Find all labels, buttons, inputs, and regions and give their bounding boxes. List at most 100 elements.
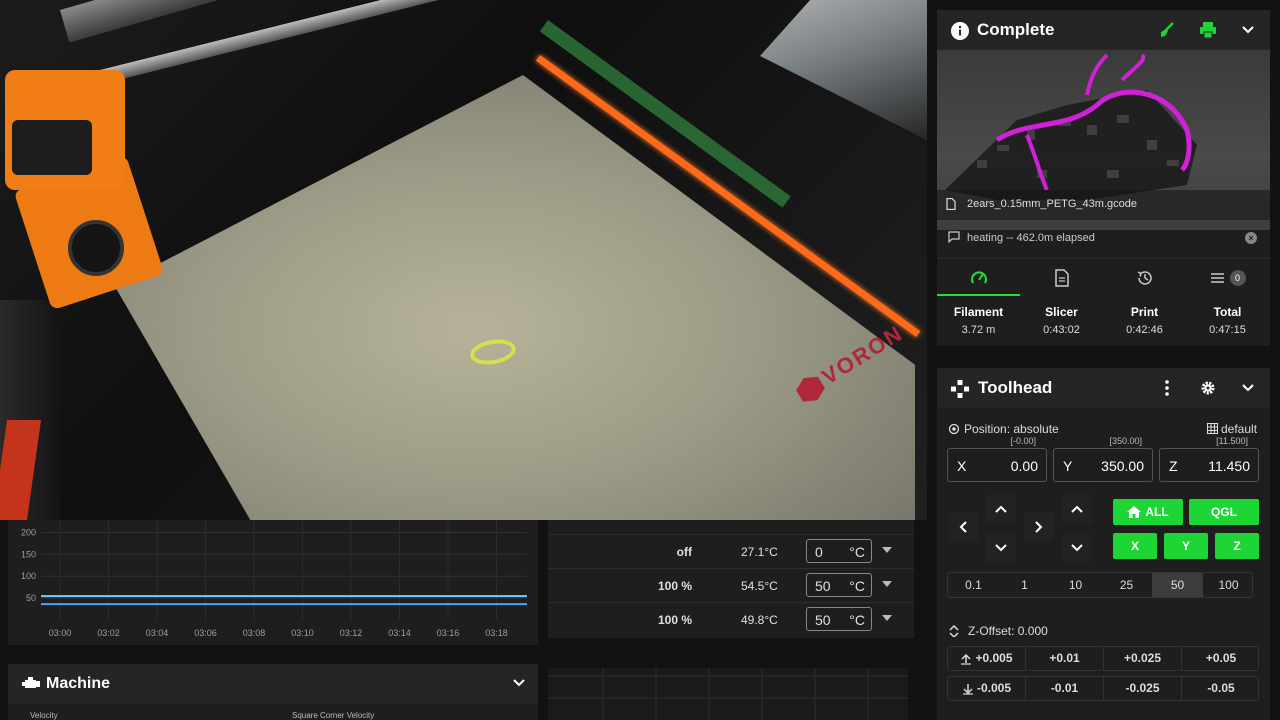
- lower-grid-svg: [548, 668, 908, 720]
- collapse-toolhead-button[interactable]: [1236, 376, 1260, 400]
- z-offset-label: Z-Offset: 0.000: [968, 624, 1048, 638]
- tab-history[interactable]: [1103, 259, 1186, 297]
- machine-panel: Machine Velocity Square Corner Velocity: [8, 664, 538, 720]
- chevron-right-icon: [1035, 521, 1043, 533]
- lower-chart-area: [548, 668, 908, 720]
- step-option[interactable]: 0.1: [948, 573, 999, 597]
- chevron-down-icon: [1242, 26, 1254, 34]
- preset-dropdown-icon[interactable]: [882, 615, 892, 621]
- position-mode-label: Position: absolute: [964, 422, 1059, 436]
- x-tick-label: 03:04: [146, 628, 169, 638]
- toolhead-menu-button[interactable]: [1155, 376, 1179, 400]
- chevron-down-icon: [995, 544, 1007, 552]
- stat-filament: Filament 3.72 m: [937, 305, 1020, 336]
- tab-files[interactable]: [1020, 259, 1103, 297]
- home-all-button[interactable]: ALL: [1113, 499, 1183, 525]
- home-all-label: ALL: [1145, 505, 1169, 519]
- z-offset-up-button[interactable]: +0.05: [1182, 647, 1260, 670]
- home-y-button[interactable]: Y: [1164, 533, 1208, 559]
- file-document-icon: [1054, 269, 1069, 287]
- print-filename: 2ears_0.15mm_PETG_43m.gcode: [967, 198, 1137, 210]
- coordinate-system-label: default: [1221, 422, 1258, 436]
- heater-power: 100 %: [657, 613, 692, 627]
- axis-label: Y: [1063, 458, 1073, 474]
- heater-target-input[interactable]: 50 °C: [806, 607, 872, 631]
- z-offset-down-button[interactable]: -0.01: [1026, 677, 1104, 700]
- broom-icon: [1161, 22, 1174, 37]
- tab-status[interactable]: [937, 259, 1020, 297]
- jog-z-plus-button[interactable]: [1062, 494, 1092, 524]
- machine-header[interactable]: Machine: [8, 664, 538, 704]
- stat-value: 0:43:02: [1043, 324, 1080, 336]
- right-sidebar: Complete 2ears_0.15mm_PETG_43m.gcode hea…: [937, 0, 1270, 720]
- stat-label: Slicer: [1045, 305, 1078, 319]
- status-tabs: 0: [937, 258, 1270, 296]
- jog-z-minus-button[interactable]: [1062, 533, 1092, 563]
- home-x-button[interactable]: X: [1113, 533, 1157, 559]
- z-offset-up-row: +0.005 +0.01 +0.025 +0.05: [947, 646, 1259, 671]
- z-offset-down-button[interactable]: -0.005: [948, 677, 1026, 700]
- z-offset-value: -0.05: [1207, 681, 1235, 695]
- step-option[interactable]: 1: [999, 573, 1050, 597]
- axis-requested: [-0.00]: [1008, 436, 1038, 446]
- z-position-field[interactable]: Z 11.450 [11.500]: [1159, 436, 1259, 482]
- speedometer-icon: [970, 271, 987, 284]
- z-offset-up-button[interactable]: +0.01: [1026, 647, 1104, 670]
- queue-icon: [1210, 273, 1224, 283]
- preset-dropdown-icon[interactable]: [882, 581, 892, 587]
- step-option[interactable]: 25: [1101, 573, 1152, 597]
- jog-y-plus-button[interactable]: [986, 494, 1016, 524]
- x-tick-label: 03:10: [291, 628, 314, 638]
- heater-target-input[interactable]: 0 °C: [806, 539, 872, 563]
- home-z-button[interactable]: Z: [1215, 533, 1259, 559]
- status-title: Complete: [977, 20, 1055, 39]
- preset-dropdown-icon[interactable]: [882, 547, 892, 553]
- heater-target-input[interactable]: 50 °C: [806, 573, 872, 597]
- stat-value: 0:47:15: [1209, 324, 1246, 336]
- collapse-status-button[interactable]: [1236, 18, 1260, 42]
- z-offset-down-button[interactable]: -0.025: [1104, 677, 1182, 700]
- status-panel: Complete 2ears_0.15mm_PETG_43m.gcode hea…: [937, 10, 1270, 346]
- step-option[interactable]: 10: [1050, 573, 1101, 597]
- reprint-button[interactable]: [1196, 18, 1220, 42]
- active-tab-indicator: [937, 294, 1020, 296]
- jog-x-plus-button[interactable]: [1024, 512, 1054, 542]
- toolhead-panel: Toolhead Position: absolute default X 0.…: [937, 368, 1270, 720]
- webcam-feed: VORON: [0, 0, 927, 520]
- chevron-down-icon[interactable]: [512, 676, 526, 690]
- toolhead-settings-button[interactable]: [1196, 376, 1220, 400]
- stat-total: Total 0:47:15: [1186, 305, 1269, 336]
- z-offset-value: +0.005: [975, 651, 1013, 665]
- more-vertical-icon: [1165, 380, 1169, 396]
- qgl-label: QGL: [1211, 505, 1237, 519]
- jog-x-minus-button[interactable]: [948, 512, 978, 542]
- axis-value: 350.00: [1101, 458, 1144, 474]
- step-option[interactable]: 50: [1152, 573, 1203, 597]
- heater-row: off 27.1°C 0 °C: [548, 534, 914, 568]
- grid-icon: [1207, 423, 1218, 434]
- qgl-button[interactable]: QGL: [1189, 499, 1259, 525]
- y-position-field[interactable]: Y 350.00 [350.00]: [1053, 436, 1153, 482]
- stat-label: Filament: [953, 305, 1004, 319]
- chevron-left-icon: [959, 521, 967, 533]
- z-offset-up-button[interactable]: +0.025: [1104, 647, 1182, 670]
- history-icon: [1137, 271, 1152, 285]
- gear-icon: [1201, 381, 1215, 395]
- dismiss-message-button[interactable]: ×: [1245, 232, 1257, 244]
- tab-queue[interactable]: 0: [1186, 259, 1269, 297]
- scv-label: Square Corner Velocity: [292, 711, 375, 720]
- clear-button[interactable]: [1155, 18, 1179, 42]
- x-tick-label: 03:00: [49, 628, 72, 638]
- printer-toolhead: [0, 70, 165, 311]
- chevron-up-icon: [995, 505, 1007, 513]
- z-offset-down-button[interactable]: -0.05: [1182, 677, 1260, 700]
- z-offset-value: +0.05: [1205, 651, 1237, 665]
- jog-y-minus-button[interactable]: [986, 533, 1016, 563]
- z-offset-value: +0.025: [1123, 651, 1162, 665]
- x-position-field[interactable]: X 0.00 [-0.00]: [947, 436, 1047, 482]
- step-option[interactable]: 100: [1203, 573, 1254, 597]
- target-value: 0: [815, 544, 823, 560]
- heater-table: off 27.1°C 0 °C 100 % 54.5°C 50 °C 100 % 49.8°C 50…: [548, 520, 914, 638]
- z-offset-up-button[interactable]: +0.005: [948, 647, 1026, 670]
- heater-row: 100 % 54.5°C 50 °C: [548, 568, 914, 602]
